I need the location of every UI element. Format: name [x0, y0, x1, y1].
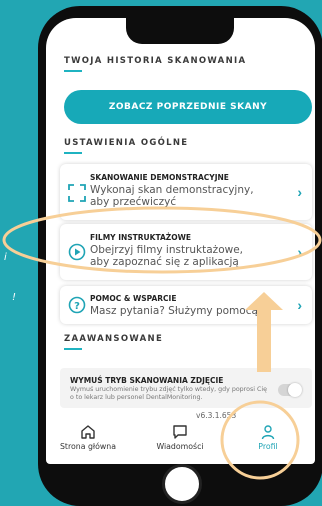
- scan-history-title: TWOJA HISTORIA SKANOWANIA: [64, 56, 247, 66]
- home-icon: [81, 425, 95, 439]
- message-icon: [173, 425, 187, 439]
- view-previous-scans-button[interactable]: ZOBACZ POPRZEDNIE SKANY: [64, 90, 312, 124]
- chevron-right-icon: ›: [297, 184, 302, 200]
- advanced-underline: [64, 348, 82, 350]
- help-circle-icon: ?: [68, 296, 86, 314]
- help-support-title: POMOC & WSPARCIE: [90, 294, 177, 303]
- side-text-2: !: [12, 292, 17, 303]
- phone-screen: TWOJA HISTORIA SKANOWANIA ZOBACZ POPRZED…: [46, 18, 315, 464]
- scan-history-underline: [64, 70, 82, 72]
- tab-messages-label: Wiadomości: [156, 442, 204, 451]
- play-circle-icon: [68, 243, 86, 261]
- general-settings-underline: [64, 152, 82, 154]
- general-settings-title: USTAWIENIA OGÓLNE: [64, 138, 189, 148]
- demo-scan-description: Wykonaj skan demonstracyjny, aby przećwi…: [90, 184, 254, 208]
- advanced-title: ZAAWANSOWANE: [64, 334, 164, 344]
- app-version: v6.3.1.653: [196, 411, 237, 420]
- phone-home-button[interactable]: [162, 464, 202, 504]
- demo-scan-card[interactable]: SKANOWANIE DEMONSTRACYJNE Wykonaj skan d…: [60, 164, 312, 220]
- svg-text:?: ?: [74, 301, 80, 312]
- force-photo-mode-title: WYMUŚ TRYB SKANOWANIA ZDJĘCIE: [70, 376, 224, 385]
- scan-frame-icon: [68, 184, 86, 202]
- tutorial-videos-description: Obejrzyj filmy instruktażowe, aby zapozn…: [90, 244, 243, 268]
- chevron-right-icon: ›: [297, 244, 302, 260]
- person-icon: [261, 425, 275, 440]
- tab-messages[interactable]: Wiadomości: [140, 422, 220, 464]
- force-photo-mode-card: WYMUŚ TRYB SKANOWANIA ZDJĘCIE Wymuś uruc…: [60, 368, 312, 408]
- side-text-1: i: [4, 252, 7, 263]
- tab-home-label: Strona główna: [59, 442, 117, 451]
- force-photo-mode-description: Wymuś uruchomienie trybu zdjęć tylko wte…: [70, 386, 268, 401]
- help-support-card[interactable]: ? POMOC & WSPARCIE Masz pytania? Służymy…: [60, 286, 312, 324]
- tab-profile[interactable]: Profil: [228, 422, 308, 464]
- help-support-description: Masz pytania? Służymy pomocą: [90, 305, 258, 317]
- chevron-right-icon: ›: [297, 297, 302, 313]
- tutorial-videos-title: FILMY INSTRUKTAŻOWE: [90, 233, 192, 242]
- demo-scan-title: SKANOWANIE DEMONSTRACYJNE: [90, 173, 229, 182]
- phone-frame: TWOJA HISTORIA SKANOWANIA ZOBACZ POPRZED…: [38, 6, 322, 506]
- tab-profile-label: Profil: [258, 442, 278, 451]
- tutorial-videos-card[interactable]: FILMY INSTRUKTAŻOWE Obejrzyj filmy instr…: [60, 224, 312, 280]
- bottom-tab-bar: Strona główna Wiadomości Profil: [46, 422, 315, 464]
- phone-notch: [126, 16, 234, 44]
- tab-home[interactable]: Strona główna: [48, 422, 128, 464]
- force-photo-mode-toggle[interactable]: [278, 383, 302, 397]
